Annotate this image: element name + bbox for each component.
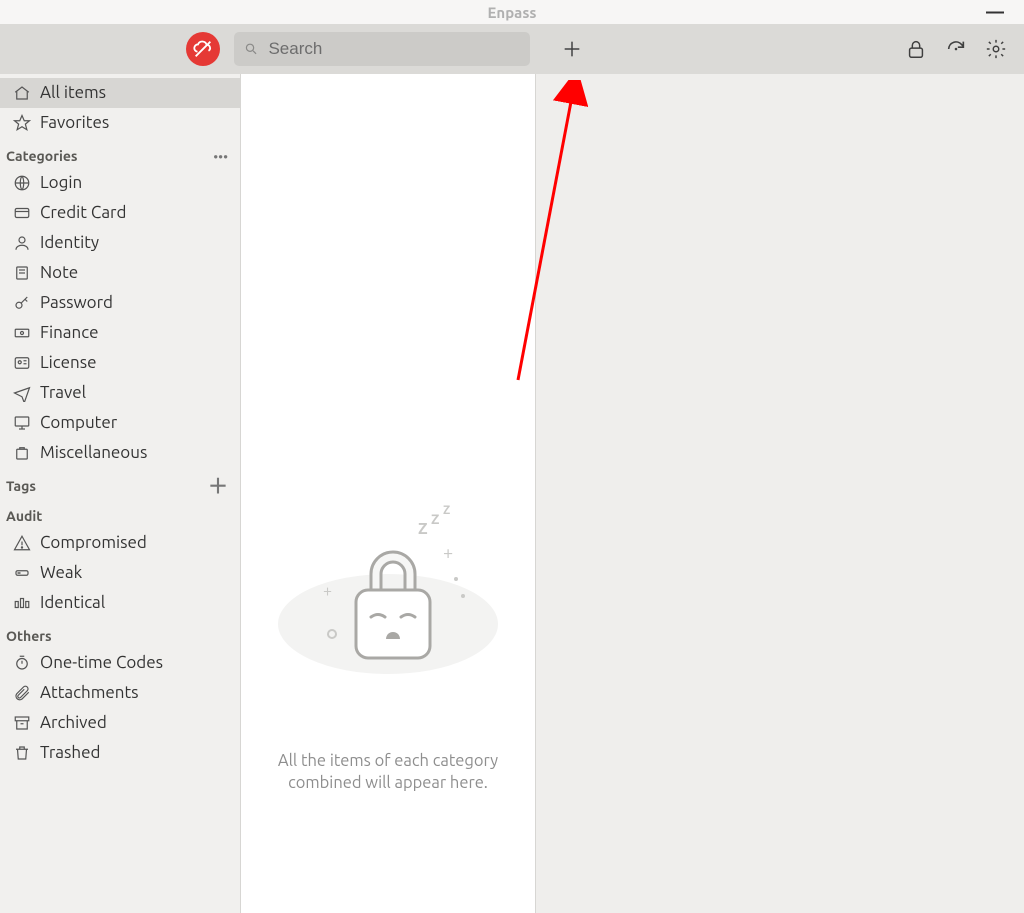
sidebar-item-label: Password bbox=[40, 292, 113, 314]
sidebar-item-label: Note bbox=[40, 262, 78, 284]
toolbar bbox=[0, 24, 1024, 74]
sidebar-item-label: One-time Codes bbox=[40, 652, 163, 674]
sidebar-item-label: Finance bbox=[40, 322, 98, 344]
svg-text:Z: Z bbox=[431, 511, 439, 527]
sidebar-item-label: Trashed bbox=[40, 742, 100, 764]
sidebar-item-credit-card[interactable]: Credit Card bbox=[0, 198, 240, 228]
detail-panel bbox=[536, 74, 1024, 913]
box-icon bbox=[12, 443, 32, 463]
sidebar-item-label: Compromised bbox=[40, 532, 147, 554]
sidebar-header-tags: Tags ＋ bbox=[0, 468, 240, 498]
sidebar-item-label: License bbox=[40, 352, 97, 374]
sidebar-header-others: Others bbox=[0, 618, 240, 648]
cloud-sync-off-icon[interactable] bbox=[186, 32, 220, 66]
clip-icon bbox=[12, 683, 32, 703]
sidebar-item-travel[interactable]: Travel bbox=[0, 378, 240, 408]
empty-illustration: Z Z Z + + bbox=[268, 504, 508, 684]
card-icon bbox=[12, 203, 32, 223]
weak-icon bbox=[12, 563, 32, 583]
item-list-panel: Z Z Z + + All the items of each category… bbox=[241, 74, 536, 913]
key-icon bbox=[12, 293, 32, 313]
archive-icon bbox=[12, 713, 32, 733]
main-area: All items Favorites Categories ··· Login… bbox=[0, 74, 1024, 913]
sidebar-item-label: Archived bbox=[40, 712, 107, 734]
sidebar-item-identical[interactable]: Identical bbox=[0, 588, 240, 618]
minimize-button[interactable]: — bbox=[986, 2, 1004, 22]
sidebar-item-password[interactable]: Password bbox=[0, 288, 240, 318]
trash-icon bbox=[12, 743, 32, 763]
sidebar-item-label: Travel bbox=[40, 382, 86, 404]
sidebar-item-all-items[interactable]: All items bbox=[0, 78, 240, 108]
id-icon bbox=[12, 353, 32, 373]
window-title: Enpass bbox=[488, 4, 537, 21]
sidebar-item-compromised[interactable]: Compromised bbox=[0, 528, 240, 558]
categories-more-button[interactable]: ··· bbox=[213, 151, 228, 161]
lock-icon bbox=[905, 38, 927, 60]
gear-icon bbox=[985, 38, 1007, 60]
warning-icon bbox=[12, 533, 32, 553]
sidebar-item-trashed[interactable]: Trashed bbox=[0, 738, 240, 768]
lock-button[interactable] bbox=[896, 29, 936, 69]
sidebar-item-label: Favorites bbox=[40, 112, 109, 134]
sidebar-item-label: Identity bbox=[40, 232, 99, 254]
sidebar-item-one-time-codes[interactable]: One-time Codes bbox=[0, 648, 240, 678]
search-input[interactable] bbox=[266, 38, 520, 60]
add-item-button[interactable] bbox=[552, 29, 592, 69]
home-icon bbox=[12, 83, 32, 103]
sidebar-item-computer[interactable]: Computer bbox=[0, 408, 240, 438]
titlebar: Enpass — bbox=[0, 0, 1024, 24]
sidebar-item-license[interactable]: License bbox=[0, 348, 240, 378]
sidebar-item-label: Attachments bbox=[40, 682, 139, 704]
star-icon bbox=[12, 113, 32, 133]
note-icon bbox=[12, 263, 32, 283]
sidebar-item-note[interactable]: Note bbox=[0, 258, 240, 288]
sidebar-item-label: Computer bbox=[40, 412, 117, 434]
plus-icon bbox=[561, 38, 583, 60]
sidebar-item-identity[interactable]: Identity bbox=[0, 228, 240, 258]
sync-button[interactable] bbox=[936, 29, 976, 69]
sidebar-item-attachments[interactable]: Attachments bbox=[0, 678, 240, 708]
svg-text:+: + bbox=[323, 582, 332, 600]
plane-icon bbox=[12, 383, 32, 403]
sidebar-item-label: All items bbox=[40, 82, 106, 104]
svg-text:Z: Z bbox=[443, 504, 450, 517]
sidebar-item-label: Identical bbox=[40, 592, 105, 614]
sidebar-item-archived[interactable]: Archived bbox=[0, 708, 240, 738]
settings-button[interactable] bbox=[976, 29, 1016, 69]
sidebar: All items Favorites Categories ··· Login… bbox=[0, 74, 241, 913]
sidebar-header-audit: Audit bbox=[0, 498, 240, 528]
add-tag-button[interactable]: ＋ bbox=[208, 481, 228, 491]
search-icon bbox=[244, 41, 258, 57]
sidebar-item-login[interactable]: Login bbox=[0, 168, 240, 198]
monitor-icon bbox=[12, 413, 32, 433]
timer-icon bbox=[12, 653, 32, 673]
banknote-icon bbox=[12, 323, 32, 343]
sidebar-item-label: Login bbox=[40, 172, 82, 194]
sync-icon bbox=[945, 38, 967, 60]
sidebar-item-finance[interactable]: Finance bbox=[0, 318, 240, 348]
sidebar-item-miscellaneous[interactable]: Miscellaneous bbox=[0, 438, 240, 468]
search-input-wrap[interactable] bbox=[234, 32, 530, 66]
empty-state-text: All the items of each category combined … bbox=[264, 750, 512, 794]
person-icon bbox=[12, 233, 32, 253]
svg-text:Z: Z bbox=[418, 520, 428, 538]
identical-icon bbox=[12, 593, 32, 613]
sidebar-item-favorites[interactable]: Favorites bbox=[0, 108, 240, 138]
svg-text:+: + bbox=[443, 543, 453, 563]
sidebar-item-label: Weak bbox=[40, 562, 82, 584]
globe-icon bbox=[12, 173, 32, 193]
sidebar-item-weak[interactable]: Weak bbox=[0, 558, 240, 588]
sidebar-header-categories: Categories ··· bbox=[0, 138, 240, 168]
sidebar-item-label: Miscellaneous bbox=[40, 442, 147, 464]
sidebar-item-label: Credit Card bbox=[40, 202, 126, 224]
